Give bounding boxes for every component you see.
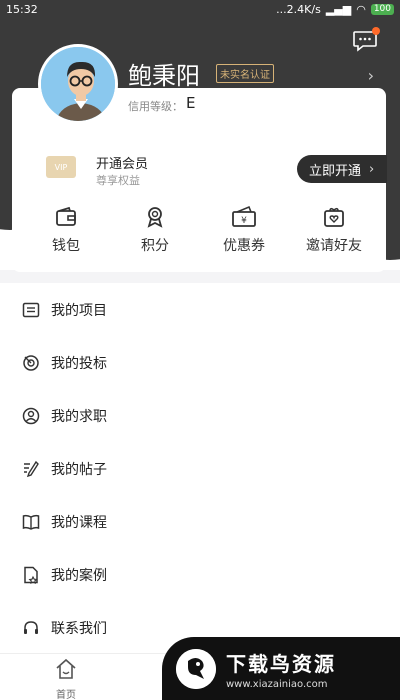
- open-vip-label: 立即开通: [309, 163, 362, 179]
- status-bar: 15:32 ...2.4K/s ▂▄▆ ◠ 100: [0, 0, 400, 18]
- credit-value: E: [186, 94, 196, 112]
- credit-label: 信用等级：: [128, 100, 183, 113]
- menu-item-projects[interactable]: 我的项目: [0, 283, 400, 336]
- menu-item-label: 我的投标: [51, 355, 107, 372]
- user-name: 鲍秉阳: [128, 62, 200, 90]
- notification-dot: [372, 27, 380, 35]
- svg-text:¥: ¥: [241, 216, 247, 226]
- vip-card-icon: VIP: [46, 156, 76, 178]
- menu-item-courses[interactable]: 我的课程: [0, 495, 400, 548]
- message-icon[interactable]: [352, 27, 380, 52]
- quick-action-coupon[interactable]: ¥ 优惠券: [194, 205, 294, 255]
- chevron-right-icon[interactable]: ›: [368, 66, 374, 85]
- quick-action-points[interactable]: 积分: [105, 205, 205, 255]
- open-vip-button[interactable]: 立即开通 ›: [297, 155, 387, 183]
- wifi-icon: ◠: [356, 2, 366, 16]
- menu-item-bids[interactable]: 我的投标: [0, 336, 400, 389]
- tab-home-label: 首页: [56, 690, 76, 700]
- quick-action-label: 积分: [141, 238, 169, 254]
- wallet-icon: [56, 206, 76, 226]
- folder-icon: [22, 302, 40, 317]
- watermark-url: www.xiazainiao.com: [226, 678, 328, 690]
- chevron-right-icon: ›: [369, 161, 375, 177]
- menu-item-jobs[interactable]: 我的求职: [0, 389, 400, 442]
- home-icon: [56, 658, 76, 679]
- menu-item-label: 联系我们: [51, 620, 107, 637]
- edit-icon: [24, 460, 39, 477]
- status-time: 15:32: [6, 2, 38, 16]
- quick-action-invite[interactable]: 邀请好友: [284, 205, 384, 255]
- battery-icon: 100: [370, 3, 394, 15]
- book-icon: [22, 514, 40, 530]
- vip-title: 开通会员: [96, 157, 149, 172]
- quick-action-label: 钱包: [52, 238, 80, 254]
- menu-list: 我的项目 我的投标 我的求职 我的帖子 我的课程 我的案例 联系我们: [0, 283, 400, 655]
- quick-action-label: 优惠券: [223, 238, 265, 254]
- watermark-title: 下载鸟资源: [226, 651, 336, 676]
- coupon-icon: ¥: [232, 205, 256, 227]
- avatar[interactable]: [38, 44, 118, 124]
- tab-home[interactable]: 首页: [46, 658, 86, 700]
- signal-icon: ▂▄▆: [325, 2, 352, 16]
- bird-logo-icon: [176, 648, 216, 689]
- quick-action-label: 邀请好友: [306, 238, 362, 254]
- network-speed: ...2.4K/s: [276, 2, 321, 16]
- menu-item-label: 我的求职: [51, 408, 107, 425]
- status-icons: ...2.4K/s ▂▄▆ ◠ 100: [276, 3, 394, 16]
- headset-icon: [24, 620, 38, 634]
- quick-action-wallet[interactable]: 钱包: [16, 205, 116, 255]
- vip-subtitle: 尊享权益: [96, 174, 140, 187]
- menu-item-label: 我的项目: [51, 302, 107, 319]
- menu-item-posts[interactable]: 我的帖子: [0, 442, 400, 495]
- watermark-text: 下载鸟资源 www.xiazainiao.com: [226, 648, 336, 690]
- menu-item-label: 我的案例: [51, 567, 107, 584]
- menu-item-label: 我的课程: [51, 514, 107, 531]
- vip-icon-label: VIP: [54, 162, 68, 172]
- bid-icon: [23, 354, 39, 371]
- gift-icon: [324, 207, 344, 227]
- menu-item-cases[interactable]: 我的案例: [0, 548, 400, 601]
- menu-item-label: 我的帖子: [51, 461, 107, 478]
- person-icon: [22, 407, 40, 424]
- medal-icon: [147, 207, 163, 228]
- watermark: 下载鸟资源 www.xiazainiao.com: [162, 637, 400, 700]
- case-icon: [24, 566, 38, 584]
- verify-badge[interactable]: 未实名认证: [216, 64, 274, 83]
